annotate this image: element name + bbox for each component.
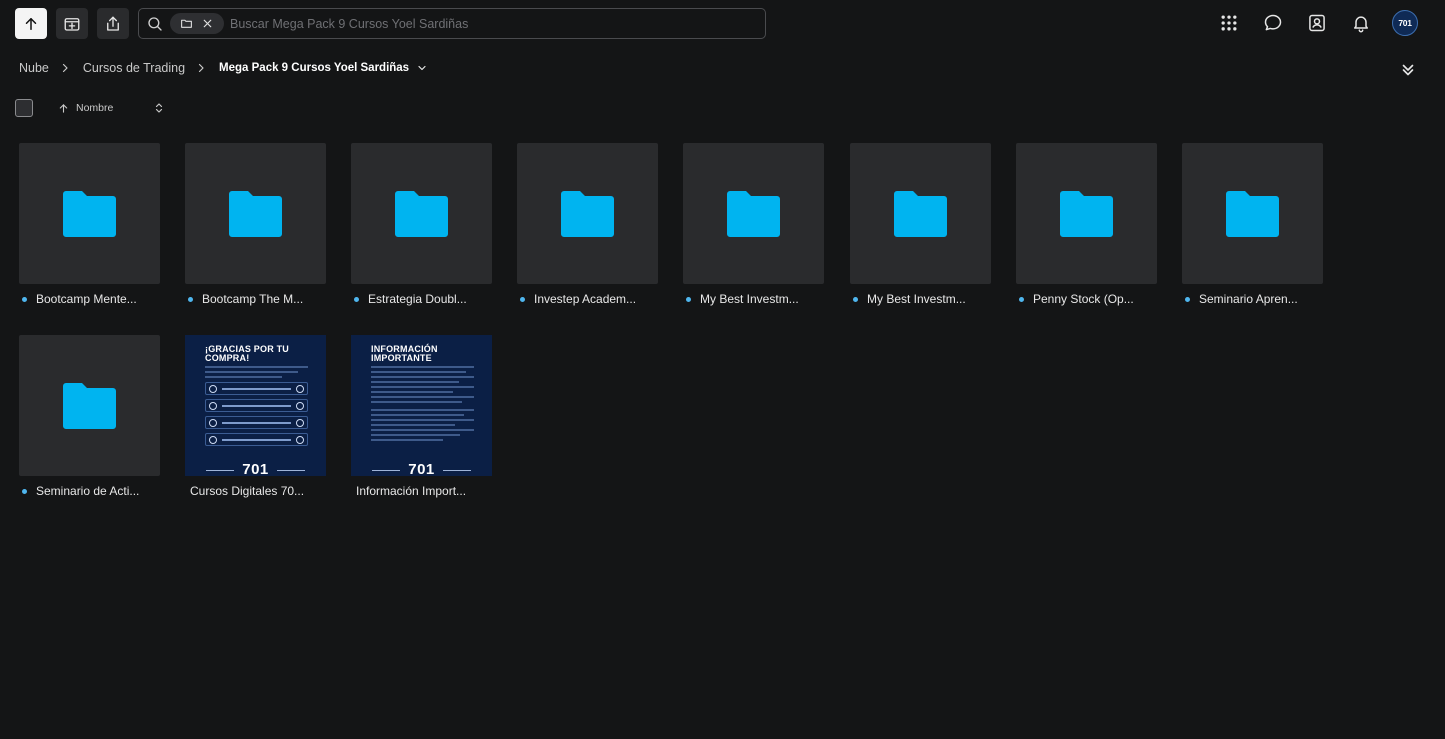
new-folder-button[interactable] [56, 8, 88, 39]
contacts-icon [1309, 14, 1325, 32]
item-name[interactable]: Bootcamp The M... [202, 292, 303, 306]
folder-icon [561, 191, 614, 237]
item-name[interactable]: My Best Investm... [867, 292, 966, 306]
arrow-up-icon[interactable] [58, 103, 69, 114]
close-icon[interactable] [201, 17, 214, 30]
status-dot [22, 488, 27, 494]
sort-label[interactable]: Nombre [76, 102, 113, 114]
folder-thumbnail[interactable] [850, 143, 991, 284]
chevron-down-icon[interactable] [416, 62, 428, 74]
folder-item[interactable]: Seminario de Acti... [19, 335, 160, 498]
chevron-right-icon [62, 63, 68, 73]
share-icon [107, 16, 119, 31]
status-dot [1019, 296, 1024, 302]
search-input[interactable] [230, 9, 765, 38]
poster-title: ¡GRACIAS POR TU COMPRA! [205, 344, 289, 363]
folder-icon [395, 191, 448, 237]
folder-plus-icon [64, 17, 80, 31]
item-name[interactable]: Información Import... [356, 484, 466, 498]
apps-grid-icon [1221, 15, 1237, 31]
poster-brand: 701 [351, 461, 492, 478]
avatar[interactable]: 701 [1392, 10, 1418, 36]
folder-icon [229, 191, 282, 237]
chat-button[interactable] [1262, 12, 1284, 34]
item-name[interactable]: Cursos Digitales 70... [190, 484, 304, 498]
contacts-button[interactable] [1306, 12, 1328, 34]
folder-thumbnail[interactable] [1182, 143, 1323, 284]
arrow-up-icon [25, 17, 37, 30]
folder-icon [894, 191, 947, 237]
folder-thumbnail[interactable] [517, 143, 658, 284]
top-bar: 701 [0, 0, 1445, 46]
status-dot [686, 296, 691, 302]
folder-filter-chip[interactable] [170, 13, 224, 34]
item-name[interactable]: Penny Stock (Op... [1033, 292, 1134, 306]
poster-row [205, 399, 308, 412]
item-name[interactable]: Bootcamp Mente... [36, 292, 137, 306]
folder-item[interactable]: Investep Academ... [517, 143, 658, 306]
bell-icon [1354, 16, 1368, 33]
chevron-right-icon [198, 63, 204, 73]
image-item[interactable]: ¡GRACIAS POR TU COMPRA! 701 Cursos Digit… [185, 335, 326, 498]
folder-icon [1226, 191, 1279, 237]
status-dot [22, 296, 27, 302]
folder-thumbnail[interactable] [1016, 143, 1157, 284]
folder-icon [1060, 191, 1113, 237]
image-item[interactable]: INFORMACIÓN IMPORTANTE 701 Información I… [351, 335, 492, 498]
folder-item[interactable]: Penny Stock (Op... [1016, 143, 1157, 306]
poster-row [205, 433, 308, 446]
go-up-button[interactable] [15, 8, 47, 39]
poster-row [205, 382, 308, 395]
poster-row [205, 416, 308, 429]
folder-icon [727, 191, 780, 237]
item-name[interactable]: Estrategia Doubl... [368, 292, 467, 306]
chat-icon [1264, 14, 1282, 31]
breadcrumb-current[interactable]: Mega Pack 9 Cursos Yoel Sardiñas [219, 62, 409, 74]
folder-thumbnail[interactable] [351, 143, 492, 284]
sort-toggle-icon[interactable] [153, 101, 165, 115]
item-name[interactable]: My Best Investm... [700, 292, 799, 306]
poster-text-lines [371, 366, 474, 441]
folder-thumbnail[interactable] [185, 143, 326, 284]
breadcrumb-item-nube[interactable]: Nube [19, 61, 49, 75]
sort-bar: Nombre [15, 99, 165, 117]
folder-item[interactable]: Estrategia Doubl... [351, 143, 492, 306]
collapse-chevrons-icon[interactable] [1399, 61, 1417, 79]
status-dot [853, 296, 858, 302]
folder-thumbnail[interactable] [683, 143, 824, 284]
folder-item[interactable]: Bootcamp Mente... [19, 143, 160, 306]
breadcrumb-item-cursos[interactable]: Cursos de Trading [83, 61, 185, 75]
folder-item[interactable]: Bootcamp The M... [185, 143, 326, 306]
poster-title: INFORMACIÓN IMPORTANTE [371, 344, 438, 363]
search-icon[interactable] [146, 15, 164, 33]
folder-item[interactable]: My Best Investm... [683, 143, 824, 306]
folder-item[interactable]: My Best Investm... [850, 143, 991, 306]
poster-text-lines [205, 366, 308, 378]
breadcrumb: Nube Cursos de Trading Mega Pack 9 Curso… [19, 60, 428, 76]
item-name[interactable]: Investep Academ... [534, 292, 636, 306]
folder-thumbnail[interactable] [19, 143, 160, 284]
status-dot [188, 296, 193, 302]
folder-icon [181, 19, 192, 28]
search-bar [138, 8, 766, 39]
status-dot [1185, 296, 1190, 302]
select-all-checkbox[interactable] [15, 99, 33, 117]
folder-icon [63, 383, 116, 429]
apps-button[interactable] [1218, 12, 1240, 34]
notifications-button[interactable] [1350, 12, 1372, 34]
share-button[interactable] [97, 8, 129, 39]
folder-icon [63, 191, 116, 237]
folder-thumbnail[interactable] [19, 335, 160, 476]
status-dot [354, 296, 359, 302]
item-name[interactable]: Seminario de Acti... [36, 484, 139, 498]
item-name[interactable]: Seminario Apren... [1199, 292, 1298, 306]
status-dot [520, 296, 525, 302]
image-thumbnail[interactable]: INFORMACIÓN IMPORTANTE 701 [351, 335, 492, 478]
image-thumbnail[interactable]: ¡GRACIAS POR TU COMPRA! 701 [185, 335, 326, 478]
poster-brand: 701 [185, 461, 326, 478]
folder-item[interactable]: Seminario Apren... [1182, 143, 1323, 306]
